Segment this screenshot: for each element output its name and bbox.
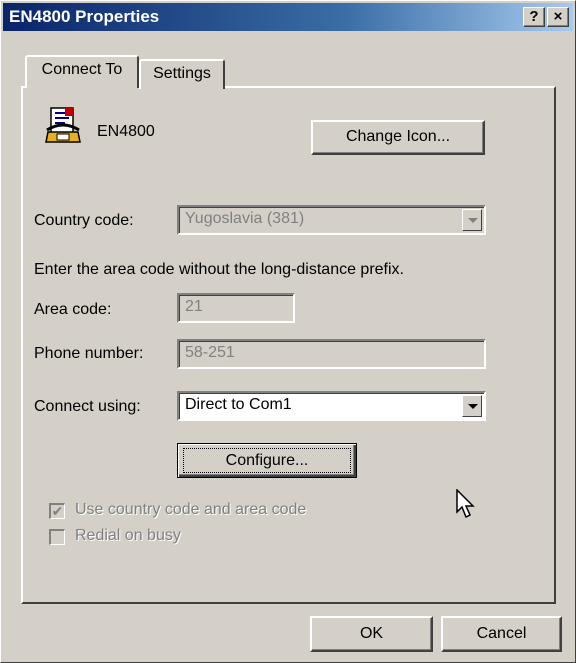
area-code-instruction: Enter the area code without the long-dis…	[34, 261, 404, 278]
use-country-code-label: Use country code and area code	[75, 501, 307, 518]
connect-using-value: Direct to Com1	[185, 396, 292, 413]
window-title: EN4800 Properties	[9, 7, 160, 26]
connect-using-select[interactable]: Direct to Com1	[177, 391, 486, 421]
focus-rect	[183, 448, 351, 473]
phone-number-label: Phone number:	[34, 345, 144, 362]
cancel-label: Cancel	[476, 625, 527, 642]
phone-number-field[interactable]: 58-251	[177, 339, 486, 369]
configure-button[interactable]: Configure...	[177, 443, 357, 478]
use-country-code-checkbox[interactable]: ✔	[49, 503, 65, 519]
tab-settings-label: Settings	[153, 65, 211, 82]
phone-connection-icon	[45, 107, 81, 143]
close-icon: ×	[553, 8, 563, 25]
phone-number-value: 58-251	[185, 344, 235, 361]
help-icon: ?	[529, 8, 539, 25]
ok-button[interactable]: OK	[310, 616, 433, 652]
area-code-label: Area code:	[34, 301, 112, 318]
tab-connect-to[interactable]: Connect To	[25, 55, 139, 88]
cancel-button[interactable]: Cancel	[441, 616, 562, 652]
chevron-down-icon[interactable]	[462, 209, 482, 231]
mouse-cursor-icon	[456, 489, 475, 519]
tab-connect-to-label: Connect To	[41, 61, 123, 78]
change-icon-button[interactable]: Change Icon...	[311, 120, 485, 155]
change-icon-label: Change Icon...	[345, 128, 451, 145]
country-code-value: Yugoslavia (381)	[185, 210, 305, 227]
chevron-down-icon[interactable]	[462, 395, 482, 417]
title-bar[interactable]: EN4800 Properties ? ×	[3, 3, 573, 31]
redial-on-busy-label: Redial on busy	[75, 527, 181, 544]
area-code-value: 21	[185, 298, 203, 315]
connect-using-label: Connect using:	[34, 398, 141, 415]
properties-dialog: EN4800 Properties ? × Connect To Setting…	[0, 0, 576, 663]
close-button[interactable]: ×	[547, 7, 569, 27]
connection-name: EN4800	[97, 123, 155, 140]
redial-on-busy-checkbox[interactable]	[49, 529, 65, 545]
country-code-label: Country code:	[34, 212, 134, 229]
tab-settings[interactable]: Settings	[139, 59, 225, 89]
country-code-select[interactable]: Yugoslavia (381)	[177, 205, 486, 235]
ok-label: OK	[359, 625, 384, 642]
area-code-field[interactable]: 21	[177, 293, 295, 323]
help-button[interactable]: ?	[523, 7, 545, 27]
